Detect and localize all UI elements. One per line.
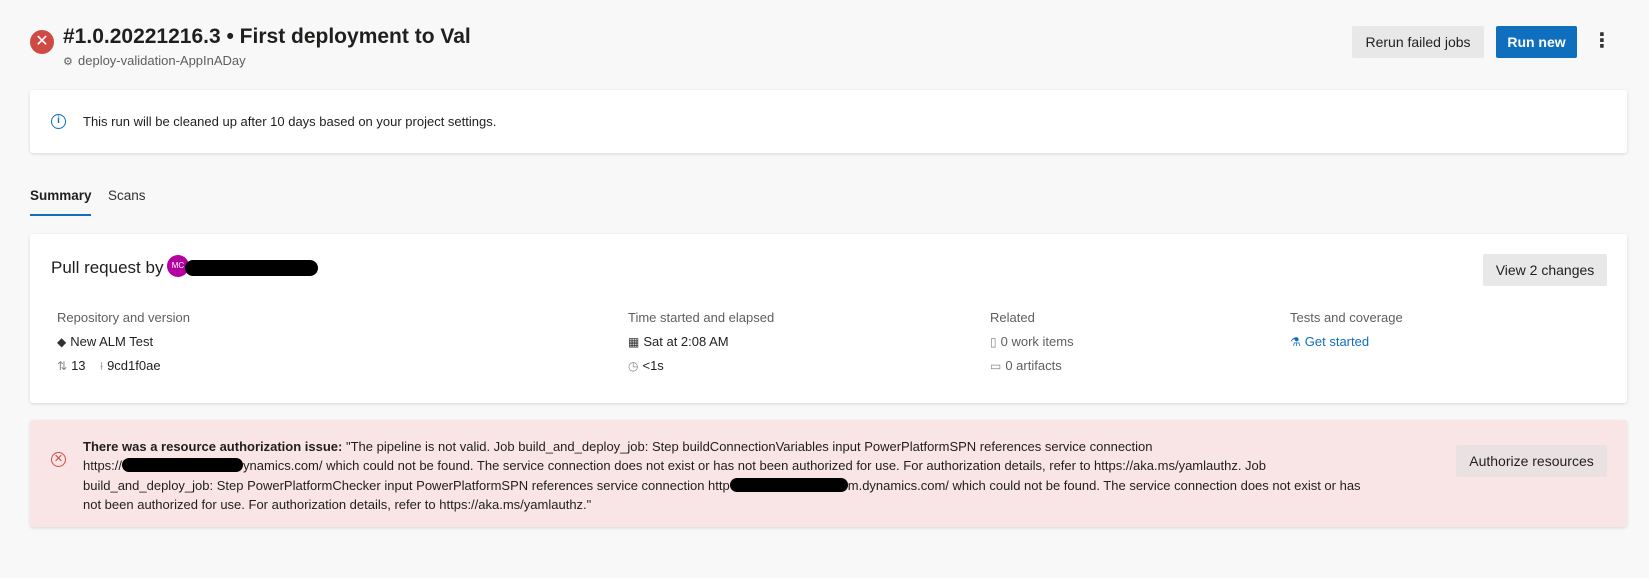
artifacts: ▭ 0 artifacts <box>990 358 1062 373</box>
error-circle-icon: ✕ <box>51 452 66 467</box>
tab-selected-indicator <box>30 214 91 216</box>
pull-request-link[interactable]: ⇅ 13 <box>57 358 86 373</box>
pr-title: Pull request by <box>51 258 164 277</box>
more-vertical-icon[interactable]: ⋮ <box>1590 26 1614 58</box>
artifacts-value: 0 artifacts <box>1005 358 1062 373</box>
error-line-2-suffix: ynamics.com/ which could not be found. T… <box>243 458 1267 474</box>
related-heading: Related <box>990 310 1035 325</box>
pipeline-link[interactable]: ⚙ deploy-validation-AppInADay <box>63 53 246 68</box>
repository-heading: Repository and version <box>57 310 190 325</box>
run-new-button[interactable]: Run new <box>1496 26 1577 58</box>
time-heading: Time started and elapsed <box>628 310 775 325</box>
rerun-failed-jobs-button[interactable]: Rerun failed jobs <box>1352 26 1484 58</box>
time-elapsed: ◷ <1s <box>628 358 664 373</box>
time-started-value: Sat at 2:08 AM <box>643 334 729 349</box>
flask-icon: ⚗ <box>1290 335 1301 349</box>
calendar-icon: ▦ <box>628 335 640 349</box>
authorize-resources-button[interactable]: Authorize resources <box>1456 445 1607 477</box>
work-items-value: 0 work items <box>1000 334 1074 349</box>
artifact-icon: ▭ <box>990 359 1002 373</box>
clock-icon: ◷ <box>628 359 639 373</box>
summary-card: Pull request by MC View 2 changes Reposi… <box>30 234 1627 403</box>
repository-name[interactable]: New ALM Test <box>70 334 153 349</box>
retention-text: This run will be cleaned up after 10 day… <box>83 114 497 129</box>
get-started-text[interactable]: Get started <box>1305 334 1369 349</box>
commit-icon: ⟊ <box>100 359 104 373</box>
error-message: There was a resource authorization issue… <box>83 437 1463 515</box>
redacted-url-2 <box>729 477 848 492</box>
repository-link[interactable]: ◆ New ALM Test <box>57 334 153 349</box>
repo-icon: ◆ <box>57 335 67 349</box>
pull-request-icon: ⇅ <box>57 359 68 373</box>
redacted-author-name <box>185 260 318 276</box>
clipboard-icon: ▯ <box>990 335 997 349</box>
tab-summary[interactable]: Summary <box>30 188 92 203</box>
retention-banner: i This run will be cleaned up after 10 d… <box>30 90 1627 153</box>
pipeline-name[interactable]: deploy-validation-AppInADay <box>78 53 246 68</box>
pipeline-icon: ⚙ <box>63 56 73 68</box>
redacted-url-1 <box>122 458 244 473</box>
error-line-3-suffix: m.dynamics.com/ which could not be found… <box>847 477 1361 493</box>
error-line-2-prefix: https:// <box>83 458 123 474</box>
time-elapsed-value: <1s <box>642 358 664 373</box>
error-line-4: not been authorized for use. For authori… <box>83 497 592 513</box>
get-started-link[interactable]: ⚗ Get started <box>1290 334 1369 349</box>
tab-scans[interactable]: Scans <box>108 188 146 203</box>
error-line-3-prefix: build_and_deploy_job: Step PowerPlatform… <box>83 477 730 493</box>
pr-number[interactable]: 13 <box>71 358 85 373</box>
commit-hash[interactable]: 9cd1f0ae <box>107 358 161 373</box>
error-line-1: "The pipeline is not valid. Job build_an… <box>345 439 1153 454</box>
error-title: There was a resource authorization issue… <box>83 439 343 454</box>
info-icon: i <box>51 114 66 129</box>
run-title: #1.0.20221216.3 • First deployment to Va… <box>63 25 471 48</box>
time-started: ▦ Sat at 2:08 AM <box>628 334 729 349</box>
error-x-icon: ✕ <box>30 30 54 54</box>
authorization-error-banner: ✕ There was a resource authorization iss… <box>30 420 1627 527</box>
commit-link[interactable]: ⟊ 9cd1f0ae <box>100 358 161 374</box>
view-changes-button[interactable]: View 2 changes <box>1483 254 1607 286</box>
work-items: ▯ 0 work items <box>990 334 1074 349</box>
tests-heading: Tests and coverage <box>1290 310 1403 325</box>
run-header: ✕ #1.0.20221216.3 • First deployment to … <box>30 22 1620 74</box>
